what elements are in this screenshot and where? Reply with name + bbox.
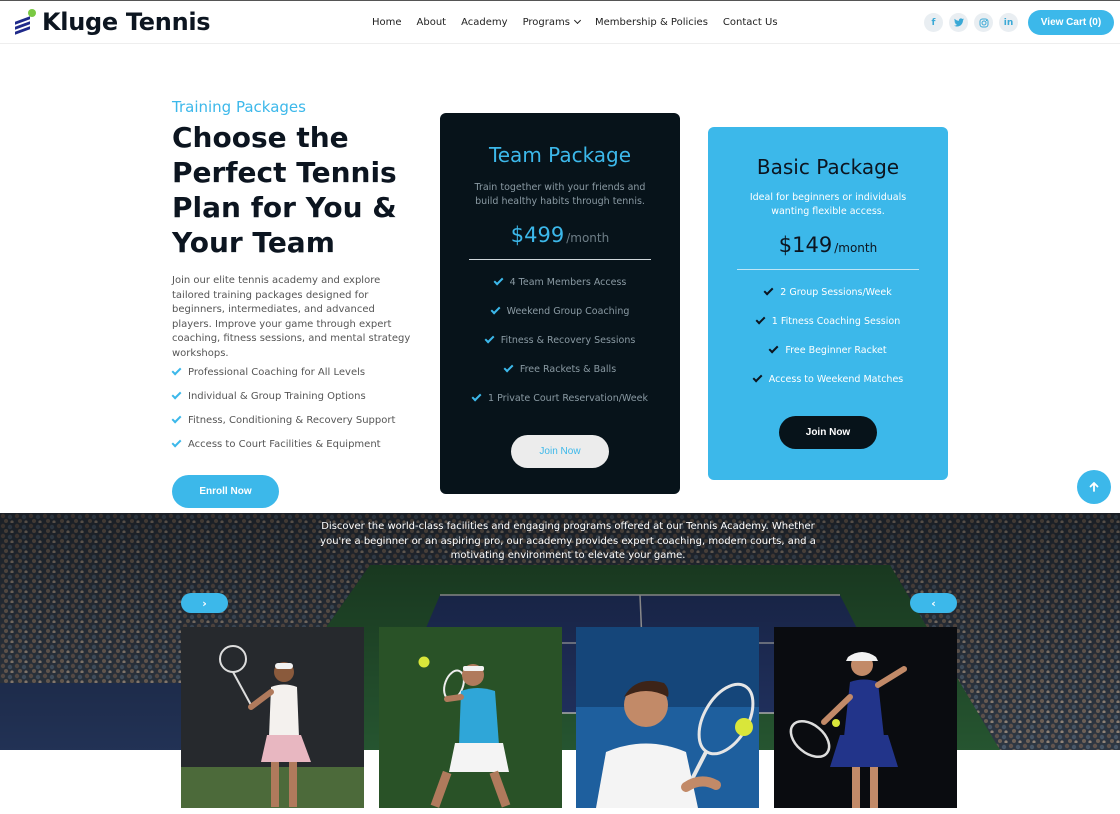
package-features: 4 Team Members Access Weekend Group Coac…	[440, 268, 680, 413]
check-icon	[484, 333, 495, 344]
list-item-label: Access to Court Facilities & Equipment	[188, 438, 381, 450]
scroll-to-top-button[interactable]	[1077, 470, 1111, 504]
chevron-left-icon: ‹	[931, 596, 936, 610]
feature-label: Fitness & Recovery Sessions	[500, 335, 636, 346]
intro-description: Join our elite tennis academy and explor…	[172, 275, 411, 359]
social-links: f in	[924, 13, 1018, 32]
list-item: 4 Team Members Access	[440, 268, 680, 297]
basic-join-now-button[interactable]: Join Now	[779, 416, 877, 449]
facebook-icon[interactable]: f	[924, 13, 943, 32]
feature-label: Weekend Group Coaching	[506, 306, 630, 317]
package-description: Ideal for beginners or individuals wanti…	[749, 192, 907, 217]
check-icon	[755, 314, 766, 325]
chevron-down-icon	[573, 16, 582, 25]
check-icon	[171, 365, 182, 375]
package-description: Train together with your friends and bui…	[474, 182, 646, 207]
list-item: 2 Group Sessions/Week	[708, 278, 948, 307]
list-item: 1 Fitness Coaching Session	[708, 307, 948, 336]
gallery-photo[interactable]	[181, 627, 364, 808]
list-item: 1 Private Court Reservation/Week	[440, 384, 680, 413]
check-icon	[490, 304, 501, 315]
list-item: Access to Weekend Matches	[708, 365, 948, 394]
check-icon	[171, 413, 182, 423]
feature-label: 1 Private Court Reservation/Week	[488, 393, 648, 404]
list-item: Individual & Group Training Options	[171, 384, 395, 408]
list-item: Weekend Group Coaching	[440, 297, 680, 326]
nav-membership[interactable]: Membership & Policies	[595, 17, 708, 28]
list-item-label: Individual & Group Training Options	[188, 390, 366, 402]
check-icon	[471, 391, 482, 402]
package-title: Team Package	[488, 143, 632, 167]
nav-home[interactable]: Home	[372, 17, 402, 28]
gallery-photo[interactable]	[576, 627, 759, 808]
price-period: /month	[834, 241, 878, 255]
list-item: Fitness, Conditioning & Recovery Support	[171, 408, 396, 432]
logo-icon	[14, 9, 36, 35]
check-icon	[763, 285, 774, 296]
list-item: Free Beginner Racket	[708, 336, 948, 365]
player-photo-image	[181, 627, 364, 808]
player-photo-image	[774, 627, 957, 808]
check-icon	[752, 372, 763, 383]
feature-label: 1 Fitness Coaching Session	[771, 316, 901, 327]
check-icon	[171, 389, 182, 399]
list-item-label: Fitness, Conditioning & Recovery Support	[188, 414, 396, 426]
player-photo-image	[576, 627, 759, 808]
list-item: Professional Coaching for All Levels	[171, 360, 395, 384]
section-eyebrow: Training Packages	[172, 98, 306, 116]
list-item: Access to Court Facilities & Equipment	[171, 432, 395, 456]
feature-label: 2 Group Sessions/Week	[780, 287, 892, 298]
enroll-now-button[interactable]: Enroll Now	[172, 475, 279, 508]
check-icon	[171, 437, 182, 447]
player-photo-image	[379, 627, 562, 808]
main-nav: Home About Academy Programs Membership &…	[372, 16, 778, 28]
gallery-photo[interactable]	[379, 627, 562, 808]
list-item: Fitness & Recovery Sessions	[440, 326, 680, 355]
nav-academy[interactable]: Academy	[461, 17, 507, 28]
list-item-label: Professional Coaching for All Levels	[188, 366, 366, 378]
divider	[737, 269, 919, 270]
twitter-icon[interactable]	[949, 13, 968, 32]
view-cart-button[interactable]: View Cart (0)	[1028, 10, 1114, 35]
package-price: $149/month	[708, 233, 948, 257]
package-price: $499/month	[440, 223, 680, 247]
linkedin-icon[interactable]: in	[999, 13, 1018, 32]
check-icon	[768, 343, 779, 354]
divider	[469, 259, 651, 260]
nav-contact[interactable]: Contact Us	[723, 17, 778, 28]
basic-package-card: Basic Package Ideal for beginners or ind…	[708, 127, 948, 480]
instagram-icon[interactable]	[974, 13, 993, 32]
feature-label: Access to Weekend Matches	[768, 374, 904, 385]
carousel-next-button[interactable]: ›	[181, 593, 228, 613]
banner-description: Discover the world-class facilities and …	[320, 521, 816, 561]
page-title: Choose the Perfect Tennis Plan for You &…	[172, 121, 397, 259]
price-amount: $149	[778, 233, 833, 257]
feature-label: Free Beginner Racket	[785, 345, 887, 356]
team-package-card: Team Package Train together with your fr…	[440, 113, 680, 494]
nav-programs[interactable]: Programs	[522, 16, 582, 28]
brand-logo[interactable]: Kluge Tennis	[14, 8, 211, 36]
site-header: Kluge Tennis Home About Academy Programs…	[0, 0, 1120, 44]
gallery-photo[interactable]	[774, 627, 957, 808]
chevron-right-icon: ›	[202, 596, 207, 610]
check-icon	[503, 362, 514, 373]
package-features: 2 Group Sessions/Week 1 Fitness Coaching…	[708, 278, 948, 394]
arrow-up-icon	[1089, 482, 1099, 492]
brand-name: Kluge Tennis	[42, 8, 211, 36]
nav-about[interactable]: About	[417, 17, 447, 28]
feature-label: 4 Team Members Access	[509, 277, 627, 288]
feature-label: Free Rackets & Balls	[519, 364, 617, 375]
carousel-prev-button[interactable]: ‹	[910, 593, 957, 613]
team-join-now-button[interactable]: Join Now	[511, 435, 609, 468]
price-period: /month	[566, 231, 610, 245]
price-amount: $499	[510, 223, 565, 247]
check-icon	[493, 275, 504, 286]
nav-programs-label: Programs	[522, 17, 570, 28]
list-item: Free Rackets & Balls	[440, 355, 680, 384]
benefits-list: Professional Coaching for All Levels Ind…	[171, 360, 396, 456]
package-title: Basic Package	[756, 155, 900, 179]
